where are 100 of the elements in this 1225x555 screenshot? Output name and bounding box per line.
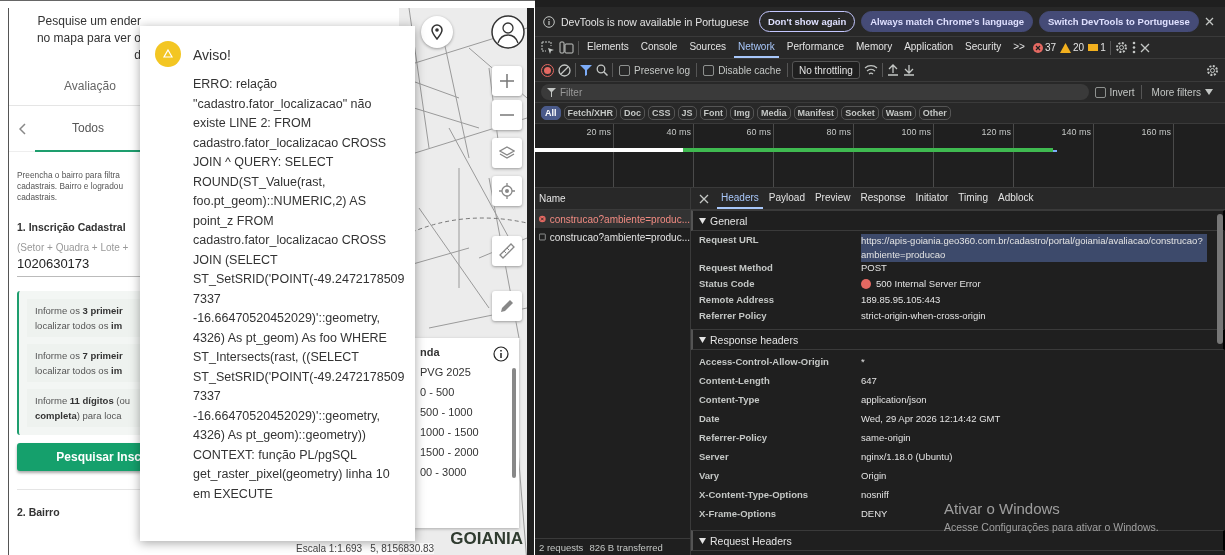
header-value: * (861, 356, 865, 367)
kebab-menu-icon[interactable] (1131, 41, 1136, 54)
inscricao-field[interactable]: 1020630173 (17, 253, 141, 277)
document-icon (539, 232, 546, 242)
scrollbar[interactable] (512, 368, 516, 478)
header-value: POST (861, 262, 887, 273)
pencil-icon (499, 298, 515, 314)
detail-tab[interactable]: Response (856, 188, 910, 209)
more-tabs-button[interactable]: >> (1009, 37, 1029, 58)
detail-tab[interactable]: Initiator (911, 188, 953, 209)
timeline-tick: 100 ms (901, 126, 932, 139)
checkbox[interactable]: Disable cache (701, 64, 783, 76)
filter-icon[interactable] (580, 64, 592, 76)
back-chevron-icon[interactable] (19, 122, 27, 135)
intro-text: Pesquise um ender (37, 14, 141, 28)
more-filters-button[interactable]: More filters (1145, 85, 1219, 99)
header-name: Access-Control-Allow-Origin (699, 356, 830, 369)
device-toolbar-icon[interactable] (559, 41, 574, 54)
panel-tab[interactable]: Memory (852, 37, 897, 58)
upload-icon[interactable] (886, 64, 899, 76)
search-icon[interactable] (596, 64, 608, 76)
type-filter-chip[interactable]: CSS (648, 106, 675, 120)
legend-item: 500 - 1000 (420, 406, 474, 418)
error-count: 37 (1044, 42, 1056, 53)
detail-tab[interactable]: Preview (810, 188, 855, 209)
detail-tab[interactable]: Adblock (994, 188, 1038, 209)
panel-tab[interactable]: Application (900, 37, 958, 58)
header-name: Content-Length (699, 375, 771, 388)
zoom-in-button[interactable] (492, 66, 522, 96)
type-filter-chip[interactable]: Manifest (793, 106, 839, 120)
checkbox[interactable]: Preserve log (617, 64, 693, 76)
detail-tab[interactable]: Timing (954, 188, 992, 209)
network-conditions-icon[interactable] (863, 64, 878, 76)
type-filter-chip[interactable]: Other (918, 106, 951, 120)
panel-tab[interactable]: Sources (685, 37, 731, 58)
clear-icon[interactable] (558, 63, 571, 77)
request-row[interactable]: construcao?ambiente=produc... (535, 228, 690, 246)
filter-input[interactable]: Filter (560, 86, 1083, 98)
banner-button[interactable]: Always match Chrome's language (861, 11, 1033, 32)
activation-text: Acesse Configurações para ativar o Windows. (944, 521, 1159, 533)
warning-icon (155, 41, 181, 67)
request-row[interactable]: construcao?ambiente=produc... (535, 210, 690, 228)
section-title: 1. Inscrição Cadastral (17, 221, 127, 233)
type-filter-chip[interactable]: Wasm (881, 106, 916, 120)
column-header[interactable]: Name (535, 188, 690, 210)
map-coordinates: 5, 8156830.83 (370, 543, 435, 554)
header-name: Date (699, 413, 721, 426)
layers-button[interactable] (492, 138, 522, 168)
map-scale: Escala 1:1.693 (296, 543, 363, 554)
record-icon[interactable] (541, 63, 554, 77)
intro-text: d (134, 48, 141, 62)
detail-tab[interactable]: Payload (764, 188, 809, 209)
dialog-title: Aviso! (193, 47, 232, 63)
legend-item: 1000 - 1500 (420, 426, 480, 438)
info-icon[interactable] (493, 346, 509, 362)
panel-tab[interactable]: Elements (583, 37, 633, 58)
timeline-tick: 40 ms (666, 126, 692, 139)
download-icon[interactable] (902, 64, 915, 76)
close-icon[interactable] (1204, 17, 1214, 26)
detail-tab[interactable]: Headers (717, 188, 763, 209)
locate-button[interactable] (492, 176, 522, 206)
type-filter-chip[interactable]: Doc (620, 106, 646, 120)
header-name: X-Frame-Options (699, 508, 778, 521)
type-filter-chip[interactable]: Socket (841, 106, 879, 120)
legend-subtitle: PVG 2025 (420, 366, 472, 378)
scrollbar[interactable] (1217, 214, 1223, 344)
request-name: construcao?ambiente=produc... (549, 231, 690, 243)
type-filter-chip[interactable]: Img (730, 106, 755, 120)
header-value: 500 Internal Server Error (876, 278, 981, 289)
header-name: Vary (699, 470, 721, 483)
tab[interactable]: Avaliação (60, 72, 120, 101)
settings-icon[interactable] (1114, 41, 1128, 54)
throttling-dropdown[interactable]: No throttling (791, 61, 860, 79)
header-value: https://apis-goiania.geo360.com.br/cadastro/portal/goiania/avaliacao/construcao?ambiente=producao (861, 234, 1207, 262)
panel-tab[interactable]: Security (961, 37, 1006, 58)
ruler-button[interactable] (492, 236, 522, 266)
banner-button[interactable]: Switch DevTools to Portuguese (1039, 11, 1199, 32)
panel-tab[interactable]: Performance (782, 37, 848, 58)
timeline-tick: 120 ms (981, 126, 1012, 139)
zoom-out-button[interactable] (492, 100, 522, 130)
invert-checkbox[interactable]: Invert (1092, 86, 1137, 98)
header-name: Remote Address (699, 294, 776, 307)
header-name: Server (699, 451, 730, 464)
type-filter-chip[interactable]: JS (677, 106, 697, 120)
type-filter-chip[interactable]: All (541, 106, 561, 120)
settings-icon[interactable] (1206, 63, 1219, 77)
type-filter-chip[interactable]: Fetch/XHR (563, 106, 618, 120)
tip-text: Informe os 7 primeir localizar todos os im (27, 344, 141, 382)
section-header[interactable]: Response headers (691, 329, 1225, 350)
section-header[interactable]: General (691, 210, 1225, 231)
close-icon[interactable] (1139, 42, 1150, 53)
inspect-icon[interactable] (541, 40, 555, 55)
draw-button[interactable] (492, 291, 522, 321)
ruler-icon (499, 243, 515, 259)
user-avatar-icon[interactable] (491, 15, 525, 49)
timeline-tick: 160 ms (1141, 126, 1172, 139)
panel-tab[interactable]: Console (636, 37, 682, 58)
type-filter-chip[interactable]: Media (757, 106, 791, 120)
type-filter-chip[interactable]: Font (699, 106, 728, 120)
filter-field[interactable]: Filter (541, 84, 1089, 100)
